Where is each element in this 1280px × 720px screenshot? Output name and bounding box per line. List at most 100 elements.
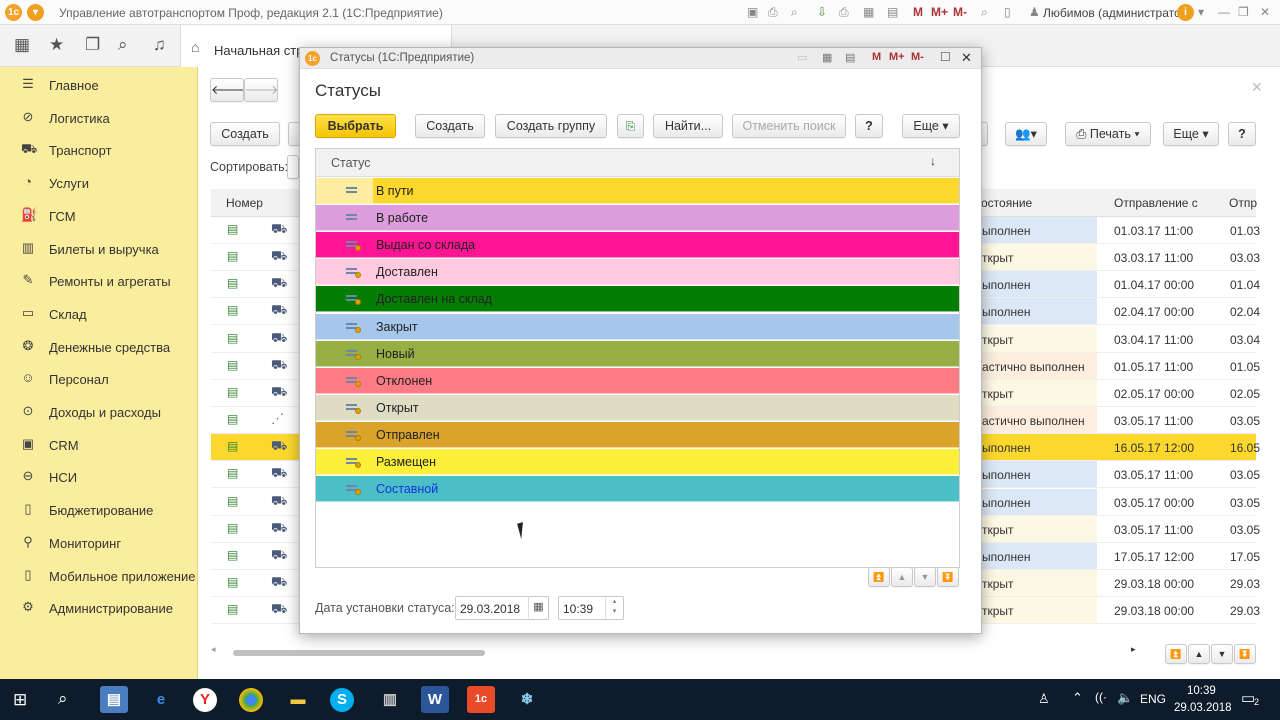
memory-mplus-icon[interactable]: M+: [931, 5, 948, 19]
more-button[interactable]: Еще ▾: [902, 114, 960, 138]
bg-users-button[interactable]: 👥▾: [1005, 122, 1047, 146]
favorites-icon[interactable]: ★: [49, 35, 64, 55]
bg-help-button[interactable]: ?: [1228, 122, 1256, 146]
status-date-field[interactable]: 29.03.2018 ▦: [455, 596, 549, 620]
sidebar-item[interactable]: ☰ Главное: [0, 69, 198, 101]
bg-scroll-up[interactable]: ▲: [1188, 644, 1210, 664]
status-row[interactable]: Отправлен: [316, 421, 959, 448]
bg-more-button[interactable]: Еще ▾: [1163, 122, 1219, 146]
close-form-icon[interactable]: ✕: [1251, 79, 1263, 96]
main-menu-icon[interactable]: ▾: [27, 4, 44, 21]
sidebar-item[interactable]: ▯ Мобильное приложение: [0, 560, 198, 592]
select-button[interactable]: Выбрать: [315, 114, 396, 138]
people-icon[interactable]: ♙: [1038, 691, 1050, 707]
sidebar-item[interactable]: ⊘ Логистика: [0, 102, 198, 134]
minimize-icon[interactable]: —: [1218, 5, 1230, 19]
1c-taskbar-icon[interactable]: 1c: [467, 686, 495, 713]
sidebar-item[interactable]: ⛟ Транспорт: [0, 134, 198, 166]
save-to-file-icon[interactable]: ⇩: [817, 5, 827, 19]
explorer-taskbar-icon[interactable]: ▬: [284, 686, 312, 713]
search-taskbar-icon[interactable]: ⌕: [58, 689, 68, 709]
network-icon[interactable]: ((·: [1095, 690, 1107, 704]
time-spinner[interactable]: ▴ ▾: [605, 597, 623, 619]
bg-scroll-bottom[interactable]: ⏬: [1234, 644, 1256, 664]
column-departure2[interactable]: Отпр: [1229, 196, 1257, 210]
clock-time[interactable]: 10:39: [1187, 685, 1216, 697]
bg-scroll-top[interactable]: ⏫: [1165, 644, 1187, 664]
sidebar-item[interactable]: ◔ Услуги: [0, 167, 198, 199]
dialog-m-icon[interactable]: M: [872, 51, 881, 63]
dialog-link-icon[interactable]: ▭: [797, 51, 807, 64]
sidebar-item[interactable]: ⚙ Администрирование: [0, 592, 198, 624]
sort-direction-icon[interactable]: ↓: [930, 154, 936, 168]
history-icon[interactable]: ❐: [85, 35, 100, 55]
skype-taskbar-icon[interactable]: S: [330, 688, 354, 712]
dialog-titlebar[interactable]: 1c Статусы (1С:Предприятие) ▭ ▦ ▤ M M+ M…: [300, 48, 981, 69]
table-icon[interactable]: ▦: [863, 5, 874, 19]
close-app-icon[interactable]: ✕: [1260, 5, 1270, 19]
column-status[interactable]: Статус: [331, 156, 371, 170]
memory-m-icon[interactable]: M: [913, 5, 923, 19]
sidebar-item[interactable]: ❂ Денежные средства: [0, 331, 198, 363]
status-row[interactable]: Выдан со склада: [316, 232, 959, 259]
status-time-value[interactable]: 10:39: [563, 602, 593, 616]
volume-icon[interactable]: 🔈: [1117, 690, 1133, 706]
scrollbar-thumb[interactable]: [233, 650, 485, 656]
status-row[interactable]: В пути: [316, 178, 959, 204]
help-button[interactable]: ?: [855, 114, 883, 138]
restore-icon[interactable]: ❐: [1238, 5, 1249, 19]
status-row[interactable]: Составной: [316, 476, 959, 503]
sidebar-item[interactable]: ✎ Ремонты и агрегаты: [0, 265, 198, 297]
sidebar-item[interactable]: ▭ Склад: [0, 298, 198, 330]
column-departure[interactable]: Отправление с: [1114, 196, 1198, 210]
dlg-scroll-top[interactable]: ⏫: [868, 567, 890, 587]
clock-date[interactable]: 29.03.2018: [1174, 702, 1232, 714]
dialog-close-icon[interactable]: ✕: [961, 50, 972, 66]
memory-mminus-icon[interactable]: M-: [953, 5, 967, 19]
sidebar-item[interactable]: ▯ Бюджетирование: [0, 494, 198, 526]
notifications-icon[interactable]: ♫: [153, 35, 166, 55]
cancel-search-button[interactable]: Отменить поиск: [732, 114, 846, 138]
sidebar-item[interactable]: ⊙ Доходы и расходы: [0, 396, 198, 428]
find-button[interactable]: Найти...: [653, 114, 723, 138]
yandex-taskbar-icon[interactable]: Y: [193, 688, 217, 712]
status-row[interactable]: Новый: [316, 340, 959, 367]
word-taskbar-icon[interactable]: W: [421, 686, 449, 713]
language-indicator[interactable]: ENG: [1140, 692, 1166, 706]
panels-icon[interactable]: ▯: [1004, 5, 1011, 19]
forward-button[interactable]: 🡒: [244, 78, 279, 102]
status-row[interactable]: Размещен: [316, 449, 959, 475]
status-row[interactable]: Отклонен: [316, 367, 959, 394]
file-manager-taskbar-icon[interactable]: ▤: [100, 686, 128, 713]
dialog-table-icon[interactable]: ▦: [822, 51, 832, 64]
settings-taskbar-icon[interactable]: ❄: [513, 686, 541, 713]
status-row[interactable]: Доставлен на склад: [316, 286, 959, 313]
status-time-field[interactable]: 10:39 ▴ ▾: [558, 596, 624, 620]
sidebar-item[interactable]: ☺ Персонал: [0, 363, 198, 395]
calendar-picker-icon[interactable]: ▦: [528, 596, 548, 618]
all-functions-icon[interactable]: ▦: [14, 35, 30, 55]
status-row[interactable]: Открыт: [316, 394, 959, 421]
sidebar-item[interactable]: ⊖ НСИ: [0, 461, 198, 493]
dlg-scroll-bottom[interactable]: ⏬: [937, 567, 959, 587]
status-row[interactable]: Доставлен: [316, 259, 959, 286]
sort-field[interactable]: [287, 155, 299, 179]
status-date-value[interactable]: 29.03.2018: [460, 602, 520, 616]
preview-icon[interactable]: ⌕: [791, 5, 798, 20]
save-icon[interactable]: ▣: [747, 5, 758, 19]
create-group-button[interactable]: Создать группу: [495, 114, 607, 138]
sidebar-item[interactable]: ▥ Билеты и выручка: [0, 233, 198, 265]
sidebar-item[interactable]: ⛽ ГСМ: [0, 200, 198, 232]
start-icon[interactable]: ⊞: [13, 690, 27, 710]
sidebar-item[interactable]: ⚲ Мониторинг: [0, 527, 198, 559]
dlg-scroll-up[interactable]: ▲: [891, 567, 913, 587]
horizontal-scrollbar[interactable]: ◂ ▸: [211, 644, 1141, 658]
create-button[interactable]: Создать: [415, 114, 485, 138]
statuses-table-header[interactable]: Статус ↓: [316, 149, 959, 177]
zoom-icon[interactable]: ⌕: [981, 5, 988, 20]
dialog-mplus-icon[interactable]: M+: [889, 51, 905, 63]
bg-scroll-down[interactable]: ▼: [1211, 644, 1233, 664]
column-number[interactable]: Номер: [226, 196, 263, 210]
dlg-scroll-down[interactable]: ▼: [914, 567, 936, 587]
calendar-icon[interactable]: ▤: [887, 5, 898, 19]
